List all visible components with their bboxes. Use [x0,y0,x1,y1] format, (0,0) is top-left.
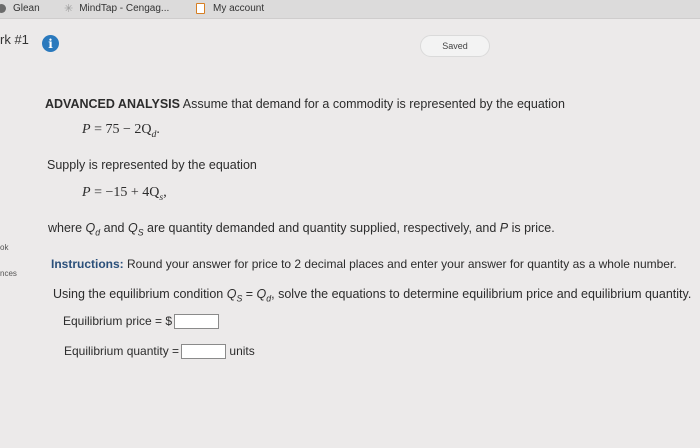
question-heading: ADVANCED ANALYSIS [45,97,180,111]
instructions: Instructions: Round your answer for pric… [51,257,677,271]
quantity-input[interactable] [181,344,227,360]
question-panel: ADVANCED ANALYSIS Assume that demand for… [0,0,700,448]
supply-equation: P = −15 + 4Qs, [82,185,167,203]
price-row: Equilibrium price = $ [63,314,220,330]
quantity-label: Equilibrium quantity = [64,344,180,358]
demand-equation: P = 75 − 2Qd. [82,122,160,140]
price-label: Equilibrium price = $ [63,314,173,328]
price-input[interactable] [174,314,220,330]
question-intro: ADVANCED ANALYSIS Assume that demand for… [45,97,565,111]
instructions-label: Instructions: [51,257,124,271]
supply-intro: Supply is represented by the equation [47,158,257,172]
instructions-text: Round your answer for price to 2 decimal… [123,257,677,271]
quantity-units: units [229,344,255,358]
where-text: where Qd and QS are quantity demanded an… [48,221,555,238]
quantity-row: Equilibrium quantity = units [64,344,255,360]
intro-text: Assume that demand for a commodity is re… [182,97,565,111]
using-condition-text: Using the equilibrium condition QS = Qd,… [53,287,692,304]
